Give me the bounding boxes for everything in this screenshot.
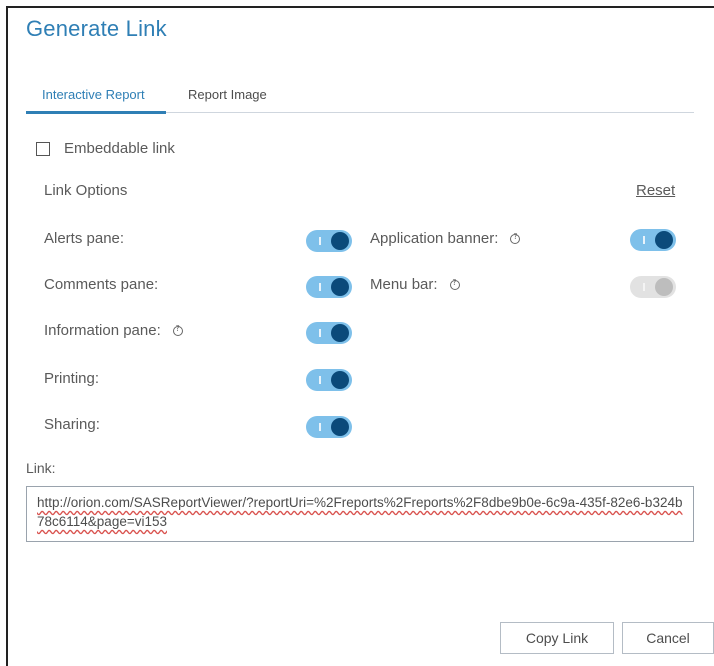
menu-bar-toggle — [630, 276, 676, 298]
option-label: Alerts pane: — [44, 230, 125, 247]
tab-bar: Interactive Report Report Image — [26, 84, 694, 114]
toggle-on-mark — [643, 283, 645, 291]
link-textbox[interactable]: http://orion.com/SASReportViewer/?report… — [26, 486, 694, 542]
toggle-on-mark — [319, 329, 321, 337]
option-information-pane: Information pane: — [44, 322, 183, 339]
copy-link-button[interactable]: Copy Link — [500, 622, 614, 654]
option-label: Comments pane: — [44, 276, 159, 293]
application-banner-toggle[interactable] — [630, 229, 676, 251]
toggle-on-mark — [319, 283, 321, 291]
cancel-button[interactable]: Cancel — [622, 622, 714, 654]
option-alerts-pane: Alerts pane: — [44, 230, 124, 247]
embeddable-link-row[interactable]: Embeddable link — [36, 140, 175, 157]
toggle-knob — [331, 278, 349, 296]
tab-interactive-report[interactable]: Interactive Report — [42, 87, 145, 102]
active-tab-indicator — [26, 111, 166, 114]
option-menu-bar: Menu bar: — [370, 276, 460, 293]
option-printing: Printing: — [44, 370, 99, 387]
option-label: Menu bar: — [370, 276, 438, 293]
help-icon[interactable] — [449, 278, 460, 290]
toggle-knob — [331, 232, 349, 250]
dialog-title: Generate Link — [26, 16, 167, 41]
tab-report-image[interactable]: Report Image — [188, 87, 267, 102]
information-pane-toggle[interactable] — [306, 322, 352, 344]
option-application-banner: Application banner: — [370, 230, 521, 247]
help-icon[interactable] — [510, 232, 521, 244]
reset-link[interactable]: Reset — [636, 182, 675, 199]
link-options-title: Link Options — [44, 182, 128, 199]
toggle-knob — [655, 231, 673, 249]
toggle-knob — [655, 278, 673, 296]
embeddable-link-checkbox[interactable] — [36, 141, 50, 156]
option-sharing: Sharing: — [44, 416, 100, 433]
sharing-toggle[interactable] — [306, 416, 352, 438]
toggle-on-mark — [319, 423, 321, 431]
option-label: Application banner: — [370, 230, 499, 247]
printing-toggle[interactable] — [306, 369, 352, 391]
help-icon[interactable] — [172, 324, 183, 336]
option-label: Information pane: — [44, 322, 161, 339]
comments-pane-toggle[interactable] — [306, 276, 352, 298]
link-label: Link: — [26, 460, 56, 476]
toggle-knob — [331, 371, 349, 389]
alerts-pane-toggle[interactable] — [306, 230, 352, 252]
toggle-knob — [331, 418, 349, 436]
option-label: Printing: — [44, 370, 100, 387]
toggle-knob — [331, 324, 349, 342]
toggle-on-mark — [643, 236, 645, 244]
option-label: Sharing: — [44, 416, 100, 433]
option-comments-pane: Comments pane: — [44, 276, 158, 293]
embeddable-link-label: Embeddable link — [64, 140, 175, 157]
toggle-on-mark — [319, 237, 321, 245]
toggle-on-mark — [319, 376, 321, 384]
